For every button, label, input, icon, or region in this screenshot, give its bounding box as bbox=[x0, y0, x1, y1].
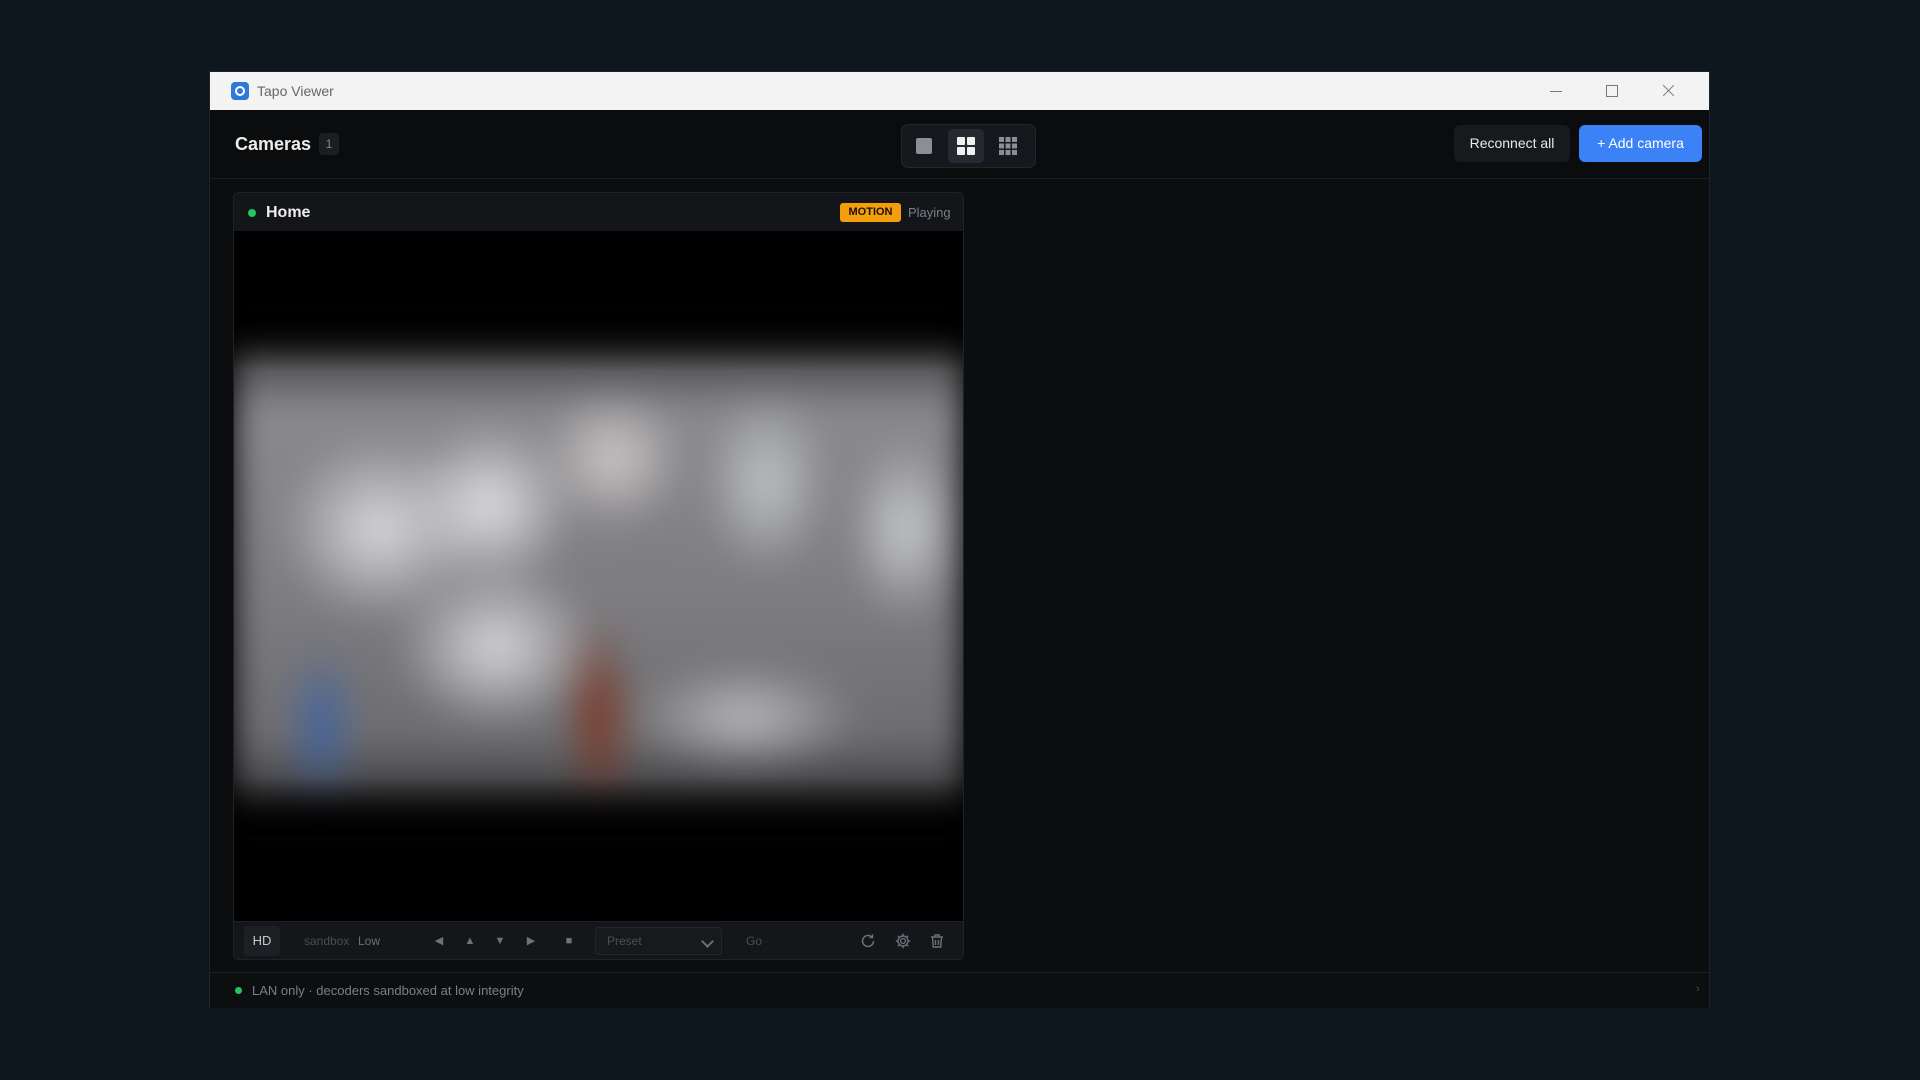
camera-controls: HD sandbox Low ◀ ▲ ▼ ▶ ■ Preset Go bbox=[234, 921, 963, 959]
connection-status-dot bbox=[235, 987, 242, 994]
camera-frame bbox=[234, 341, 963, 811]
add-camera-button[interactable]: + Add camera bbox=[1579, 125, 1702, 162]
layout-single-button[interactable] bbox=[906, 129, 942, 163]
camera-count-badge: 1 bbox=[319, 133, 339, 155]
pan-right-button[interactable]: ▶ bbox=[523, 922, 539, 959]
video-letterbox-bottom bbox=[234, 776, 963, 836]
chevron-down-icon bbox=[701, 935, 714, 948]
quality-value[interactable]: Low bbox=[358, 922, 380, 959]
pan-left-button[interactable]: ◀ bbox=[431, 922, 447, 959]
layout-grid-2x2-button[interactable] bbox=[948, 129, 984, 163]
quality-sandbox-label: sandbox bbox=[304, 934, 350, 948]
ptz-stop-button[interactable]: ■ bbox=[561, 922, 577, 959]
refresh-icon[interactable] bbox=[859, 932, 877, 950]
single-view-icon bbox=[916, 138, 932, 154]
go-preset-button[interactable]: Go bbox=[737, 922, 771, 959]
gear-icon[interactable] bbox=[894, 932, 912, 950]
reconnect-all-button[interactable]: Reconnect all bbox=[1454, 125, 1570, 162]
tilt-down-button[interactable]: ▼ bbox=[492, 922, 508, 959]
layout-grid-3x3-button[interactable] bbox=[990, 129, 1026, 163]
status-bar: LAN only · decoders sandboxed at low int… bbox=[210, 972, 1709, 1008]
close-button[interactable] bbox=[1641, 72, 1697, 110]
video-letterbox-top bbox=[234, 311, 963, 371]
app-window: Tapo Viewer Cameras 1 Reconnect all + Ad… bbox=[210, 72, 1709, 1008]
playback-status: Playing bbox=[908, 205, 951, 220]
status-text: LAN only · decoders sandboxed at low int… bbox=[252, 983, 524, 998]
toolbar: Cameras 1 Reconnect all + Add camera bbox=[210, 110, 1709, 179]
app-logo-icon bbox=[231, 82, 249, 100]
layout-switcher bbox=[901, 124, 1036, 168]
trash-icon[interactable] bbox=[928, 932, 946, 950]
chevron-right-icon[interactable]: › bbox=[1696, 983, 1700, 995]
preset-placeholder: Preset bbox=[607, 934, 642, 948]
tilt-up-button[interactable]: ▲ bbox=[462, 922, 478, 959]
camera-card: Home MOTION Playing HD sandbox Low ◀ ▲ ▼… bbox=[233, 192, 964, 960]
window-title: Tapo Viewer bbox=[257, 83, 334, 99]
grid-3x3-icon bbox=[999, 137, 1017, 155]
camera-name: Home bbox=[266, 204, 311, 221]
minimize-button[interactable] bbox=[1528, 72, 1584, 110]
online-status-dot bbox=[248, 209, 256, 217]
page-title: Cameras bbox=[235, 134, 312, 154]
camera-card-header: Home MOTION Playing bbox=[234, 193, 963, 231]
maximize-button[interactable] bbox=[1584, 72, 1640, 110]
preset-select[interactable]: Preset bbox=[595, 927, 722, 955]
grid-2x2-icon bbox=[957, 137, 975, 155]
hd-toggle-button[interactable]: HD bbox=[244, 926, 280, 956]
video-feed[interactable] bbox=[234, 231, 963, 921]
title-bar: Tapo Viewer bbox=[210, 72, 1709, 110]
motion-badge: MOTION bbox=[840, 203, 901, 222]
